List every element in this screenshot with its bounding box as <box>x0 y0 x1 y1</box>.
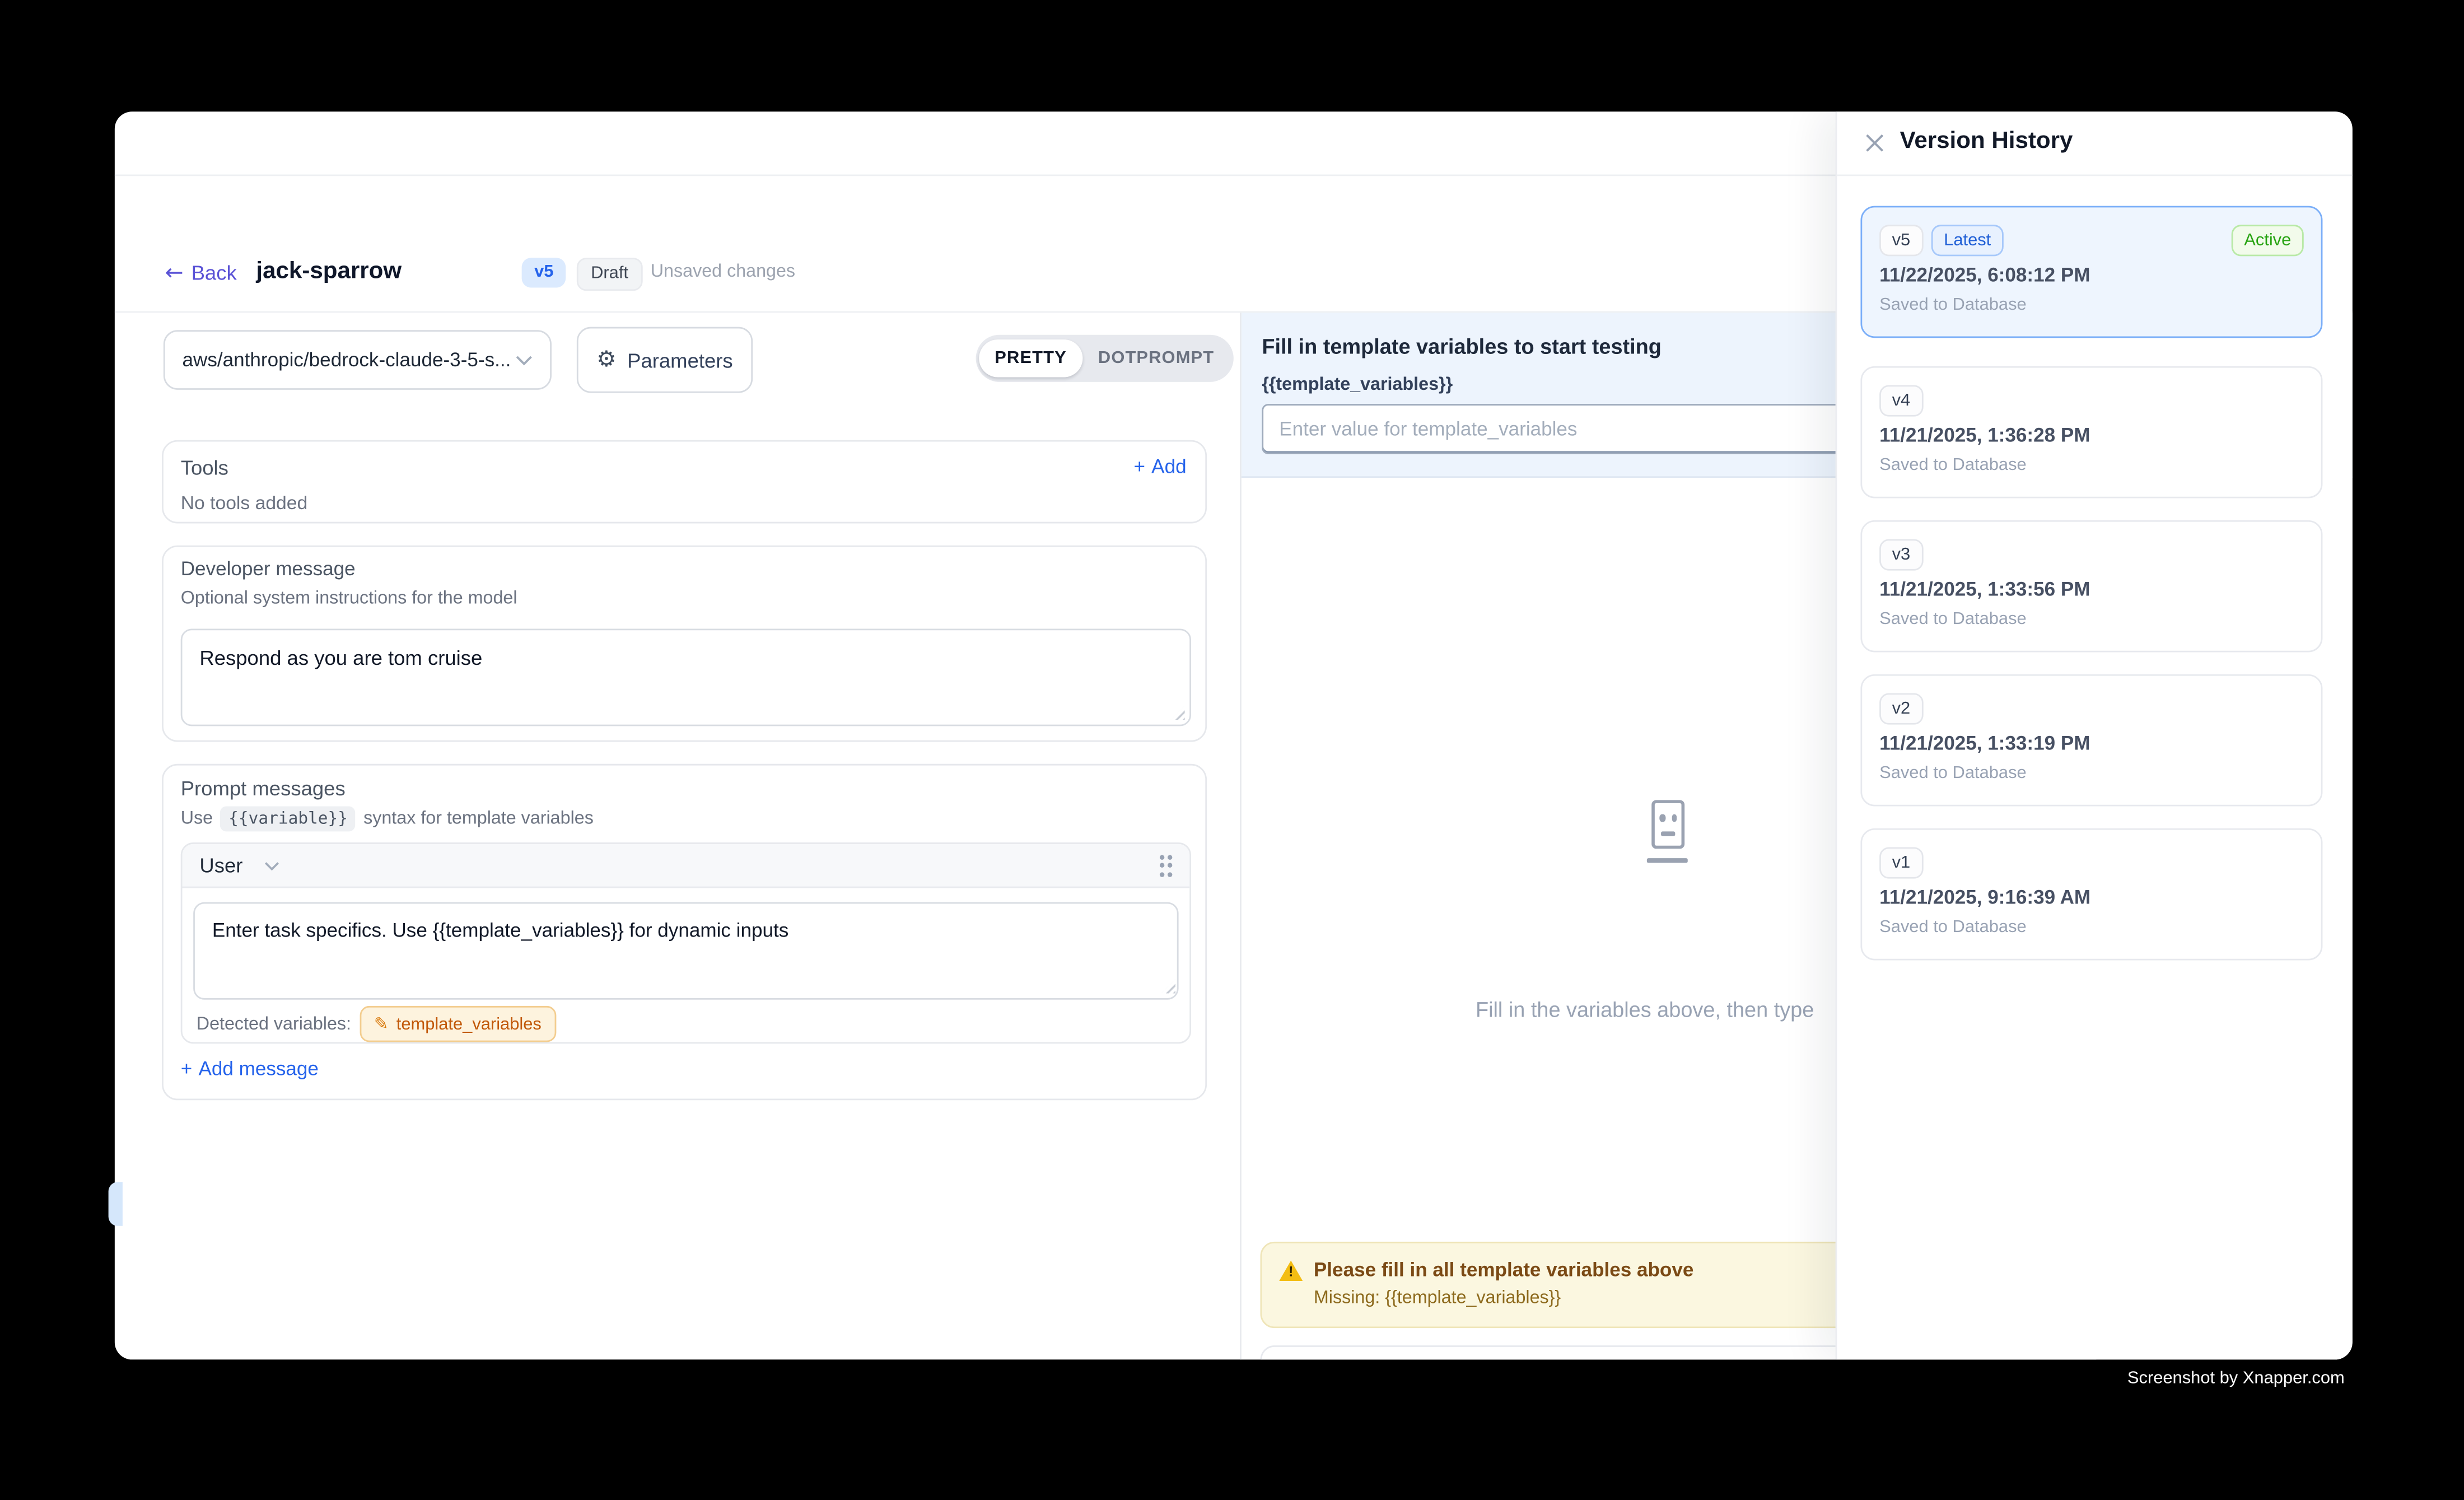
developer-message-input[interactable]: Respond as you are tom cruise <box>181 628 1191 726</box>
version-history-title: Version History <box>1900 127 2073 154</box>
add-message-label: Add message <box>198 1058 318 1080</box>
prompt-messages-hint: Use {{variable}} syntax for template var… <box>181 807 594 832</box>
variable-syntax-chip: {{variable}} <box>221 807 356 832</box>
side-drawer-handle[interactable] <box>109 1182 123 1226</box>
toggle-pretty[interactable]: PRETTY <box>979 339 1082 377</box>
chevron-down-icon[interactable] <box>265 860 281 870</box>
empty-state-text: Fill in the variables above, then type <box>1476 998 1814 1022</box>
toggle-dotprompt[interactable]: DOTPROMPT <box>1082 339 1230 377</box>
role-select-value[interactable]: User <box>199 854 242 877</box>
warning-icon: ! <box>1279 1261 1303 1281</box>
back-label: Back <box>192 261 237 285</box>
version-number-badge: v1 <box>1879 847 1923 878</box>
add-message-button[interactable]: + Add message <box>181 1058 319 1080</box>
detected-variables-label: Detected variables: <box>197 1015 351 1035</box>
add-tool-label: Add <box>1151 456 1186 478</box>
tools-title: Tools <box>181 456 228 479</box>
version-badge: v5 <box>522 258 566 287</box>
version-saved-label: Saved to Database <box>1879 764 2027 783</box>
chevron-down-icon <box>515 355 533 366</box>
hint-prefix: Use <box>181 809 213 828</box>
active-badge: Active <box>2232 225 2304 256</box>
latest-badge: Latest <box>1931 225 2004 256</box>
prompt-message-block: User Enter task specifics. Use {{templat… <box>181 842 1191 1044</box>
format-toggle: PRETTY DOTPROMPT <box>976 335 1233 382</box>
pen-icon: ✎ <box>374 1014 389 1034</box>
gear-icon: ⚙ <box>596 349 616 371</box>
parameters-label: Parameters <box>627 348 733 372</box>
warning-title: Please fill in all template variables ab… <box>1314 1259 1693 1281</box>
version-timestamp: 11/21/2025, 1:33:19 PM <box>1879 733 2090 754</box>
bot-icon-base <box>1647 858 1688 863</box>
version-timestamp: 11/22/2025, 6:08:12 PM <box>1879 264 2090 286</box>
watermark-text: Screenshot by Xnapper.com <box>2127 1369 2345 1388</box>
version-timestamp: 11/21/2025, 1:33:56 PM <box>1879 579 2090 600</box>
template-variable-label: {{template_variables}} <box>1262 376 1453 395</box>
message-content-input[interactable]: Enter task specifics. Use {{template_var… <box>193 902 1178 1000</box>
plus-icon: + <box>1133 456 1145 478</box>
detected-variable-chip[interactable]: ✎ template_variables <box>360 1006 556 1042</box>
plus-icon: + <box>181 1058 193 1080</box>
banner-title: Fill in template variables to start test… <box>1262 335 1662 358</box>
message-role-header: User <box>183 844 1190 888</box>
version-card-v5[interactable]: v5 Latest Active 11/22/2025, 6:08:12 PM … <box>1860 206 2322 338</box>
version-card-v4[interactable]: v4 11/21/2025, 1:36:28 PM Saved to Datab… <box>1860 366 2322 499</box>
back-arrow-icon: ← <box>165 262 184 283</box>
unsaved-changes-label: Unsaved changes <box>651 263 795 282</box>
model-select[interactable]: aws/anthropic/bedrock-claude-3-5-s... <box>164 330 552 390</box>
add-tool-button[interactable]: + Add <box>1133 456 1186 478</box>
version-saved-label: Saved to Database <box>1879 610 2027 629</box>
tools-empty-text: No tools added <box>181 492 308 514</box>
version-card-v1[interactable]: v1 11/21/2025, 9:16:39 AM Saved to Datab… <box>1860 828 2322 961</box>
page-title: jack-sparrow <box>256 258 402 285</box>
warning-detail: Missing: {{template_variables}} <box>1314 1289 1561 1308</box>
hint-suffix: syntax for template variables <box>363 809 594 828</box>
version-saved-label: Saved to Database <box>1879 918 2027 937</box>
developer-message-subtitle: Optional system instructions for the mod… <box>181 589 517 608</box>
version-card-v3[interactable]: v3 11/21/2025, 1:33:56 PM Saved to Datab… <box>1860 520 2322 653</box>
drag-handle-icon[interactable] <box>1159 854 1173 876</box>
developer-message-title: Developer message <box>181 558 356 580</box>
version-timestamp: 11/21/2025, 1:36:28 PM <box>1879 425 2090 446</box>
version-timestamp: 11/21/2025, 9:16:39 AM <box>1879 887 2090 909</box>
prompt-messages-card: Prompt messages Use {{variable}} syntax … <box>162 764 1207 1101</box>
model-select-value: aws/anthropic/bedrock-claude-3-5-s... <box>183 349 511 371</box>
draft-badge: Draft <box>577 258 642 291</box>
app-window: ← Back jack-sparrow v5 Draft Unsaved cha… <box>115 111 2353 1359</box>
panel-header-divider <box>1837 174 2352 176</box>
version-saved-label: Saved to Database <box>1879 456 2027 475</box>
version-history-panel: Version History v5 Latest Active 11/22/2… <box>1836 111 2353 1359</box>
back-button[interactable]: ← Back <box>165 261 237 285</box>
parameters-button[interactable]: ⚙ Parameters <box>577 327 753 393</box>
developer-message-card: Developer message Optional system instru… <box>162 546 1207 742</box>
version-saved-label: Saved to Database <box>1879 296 2027 315</box>
screenshot-stage: ← Back jack-sparrow v5 Draft Unsaved cha… <box>0 0 2464 1499</box>
prompt-messages-title: Prompt messages <box>181 776 346 800</box>
version-card-v2[interactable]: v2 11/21/2025, 1:33:19 PM Saved to Datab… <box>1860 674 2322 807</box>
version-number-badge: v4 <box>1879 385 1923 416</box>
bot-icon <box>1651 800 1684 849</box>
tools-card: Tools + Add No tools added <box>162 440 1207 524</box>
version-number-badge: v2 <box>1879 693 1923 724</box>
version-number-badge: v5 <box>1879 225 1923 256</box>
version-number-badge: v3 <box>1879 539 1923 570</box>
detected-variable-name: template_variables <box>396 1014 542 1033</box>
close-icon[interactable] <box>1864 132 1886 154</box>
